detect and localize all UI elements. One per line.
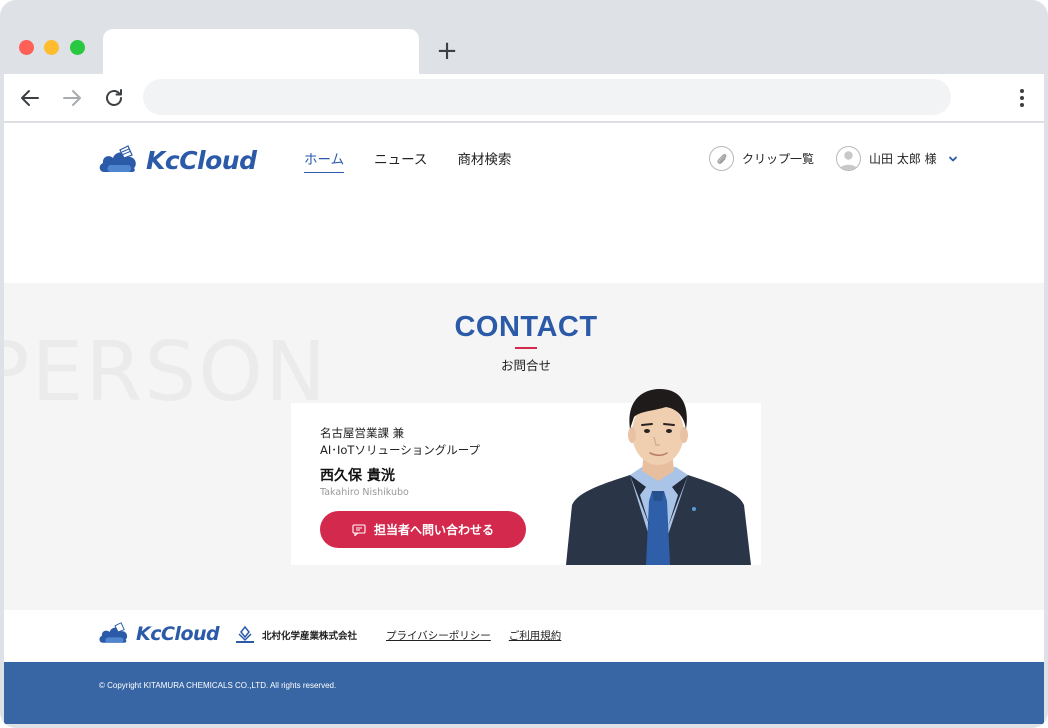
back-arrow-icon[interactable] <box>18 86 42 110</box>
footer-bottom: © Copyright KITAMURA CHEMICALS CO.,LTD. … <box>4 662 1044 724</box>
logo-text: KcCloud <box>146 145 257 175</box>
browser-tab-active[interactable] <box>103 29 419 75</box>
browser-menu-icon[interactable] <box>1012 86 1032 110</box>
person-name: 西久保 貴洸 <box>320 468 395 484</box>
clip-list-label: クリップ一覧 <box>742 152 815 166</box>
copyright-text: © Copyright KITAMURA CHEMICALS CO.,LTD. … <box>99 681 337 690</box>
message-icon <box>352 523 366 536</box>
contact-representative-button[interactable]: 担当者へ問い合わせる <box>320 511 526 548</box>
user-name: 山田 太郎 様 <box>869 152 937 166</box>
footer-links: プライバシーポリシー ご利用規約 <box>386 628 561 643</box>
person-name-roman: Takahiro Nishikubo <box>320 487 409 498</box>
contact-section: PERSON CONTACT お問合せ 名古屋営業課 兼 AI･IoTソリューシ… <box>4 283 1044 610</box>
footer-top: KcCloud 北村化学産業株式会社 プライバシーポリシー ご利用規約 <box>4 610 1044 662</box>
department-line-2: AI･IoTソリューショングループ <box>320 443 481 457</box>
title-underline <box>515 347 537 349</box>
kccloud-logo[interactable]: KcCloud <box>98 142 257 178</box>
clip-list-link[interactable]: クリップ一覧 <box>709 146 814 171</box>
person-department: 名古屋営業課 兼 AI･IoTソリューショングループ <box>320 425 480 459</box>
nav-home-link[interactable]: ホーム <box>304 151 345 173</box>
browser-toolbar <box>4 74 1044 122</box>
nav-news-link[interactable]: ニュース <box>374 151 427 173</box>
site-header: KcCloud ホーム ニュース 商材検索 クリップ一覧 山田 太郎 様 <box>4 123 1044 283</box>
main-nav: ホーム ニュース 商材検索 <box>304 151 511 173</box>
privacy-policy-link[interactable]: プライバシーポリシー <box>386 628 491 643</box>
kitamura-logo[interactable]: 北村化学産業株式会社 <box>234 626 357 644</box>
tab-bar: + <box>0 0 1048 75</box>
user-avatar-icon <box>836 146 861 171</box>
person-photo <box>566 389 751 565</box>
footer-kccloud-logo[interactable]: KcCloud <box>98 622 220 645</box>
terms-of-use-link[interactable]: ご利用規約 <box>509 628 562 643</box>
nav-product-search-link[interactable]: 商材検索 <box>457 151 511 173</box>
address-bar[interactable] <box>143 79 951 115</box>
kitamura-mark-icon <box>236 626 254 643</box>
cloud-logo-icon <box>99 145 136 172</box>
user-menu[interactable]: 山田 太郎 様 <box>836 146 959 171</box>
section-subtitle: お問合せ <box>500 358 551 373</box>
forward-arrow-icon[interactable] <box>60 86 84 110</box>
maximize-window-button[interactable] <box>70 40 85 55</box>
chevron-down-icon <box>948 156 957 161</box>
company-name: 北村化学産業株式会社 <box>262 631 358 642</box>
close-window-button[interactable] <box>19 40 34 55</box>
contact-button-label: 担当者へ問い合わせる <box>373 523 494 537</box>
reload-icon[interactable] <box>102 86 126 110</box>
new-tab-button[interactable]: + <box>434 36 460 66</box>
contact-person-card: 名古屋営業課 兼 AI･IoTソリューショングループ 西久保 貴洸 Takahi… <box>291 389 761 565</box>
section-title: CONTACT <box>454 311 598 343</box>
department-line-1: 名古屋営業課 兼 <box>320 426 405 440</box>
cloud-logo-icon <box>99 622 128 643</box>
footer-logo-text: KcCloud <box>136 622 220 645</box>
minimize-window-button[interactable] <box>44 40 59 55</box>
page-viewport: KcCloud ホーム ニュース 商材検索 クリップ一覧 山田 太郎 様 PER… <box>4 123 1044 724</box>
browser-window: + KcCloud ホーム ニュース 商材検索 クリップ一覧 山田 太郎 様 P… <box>0 0 1048 728</box>
paperclip-icon <box>709 146 734 171</box>
